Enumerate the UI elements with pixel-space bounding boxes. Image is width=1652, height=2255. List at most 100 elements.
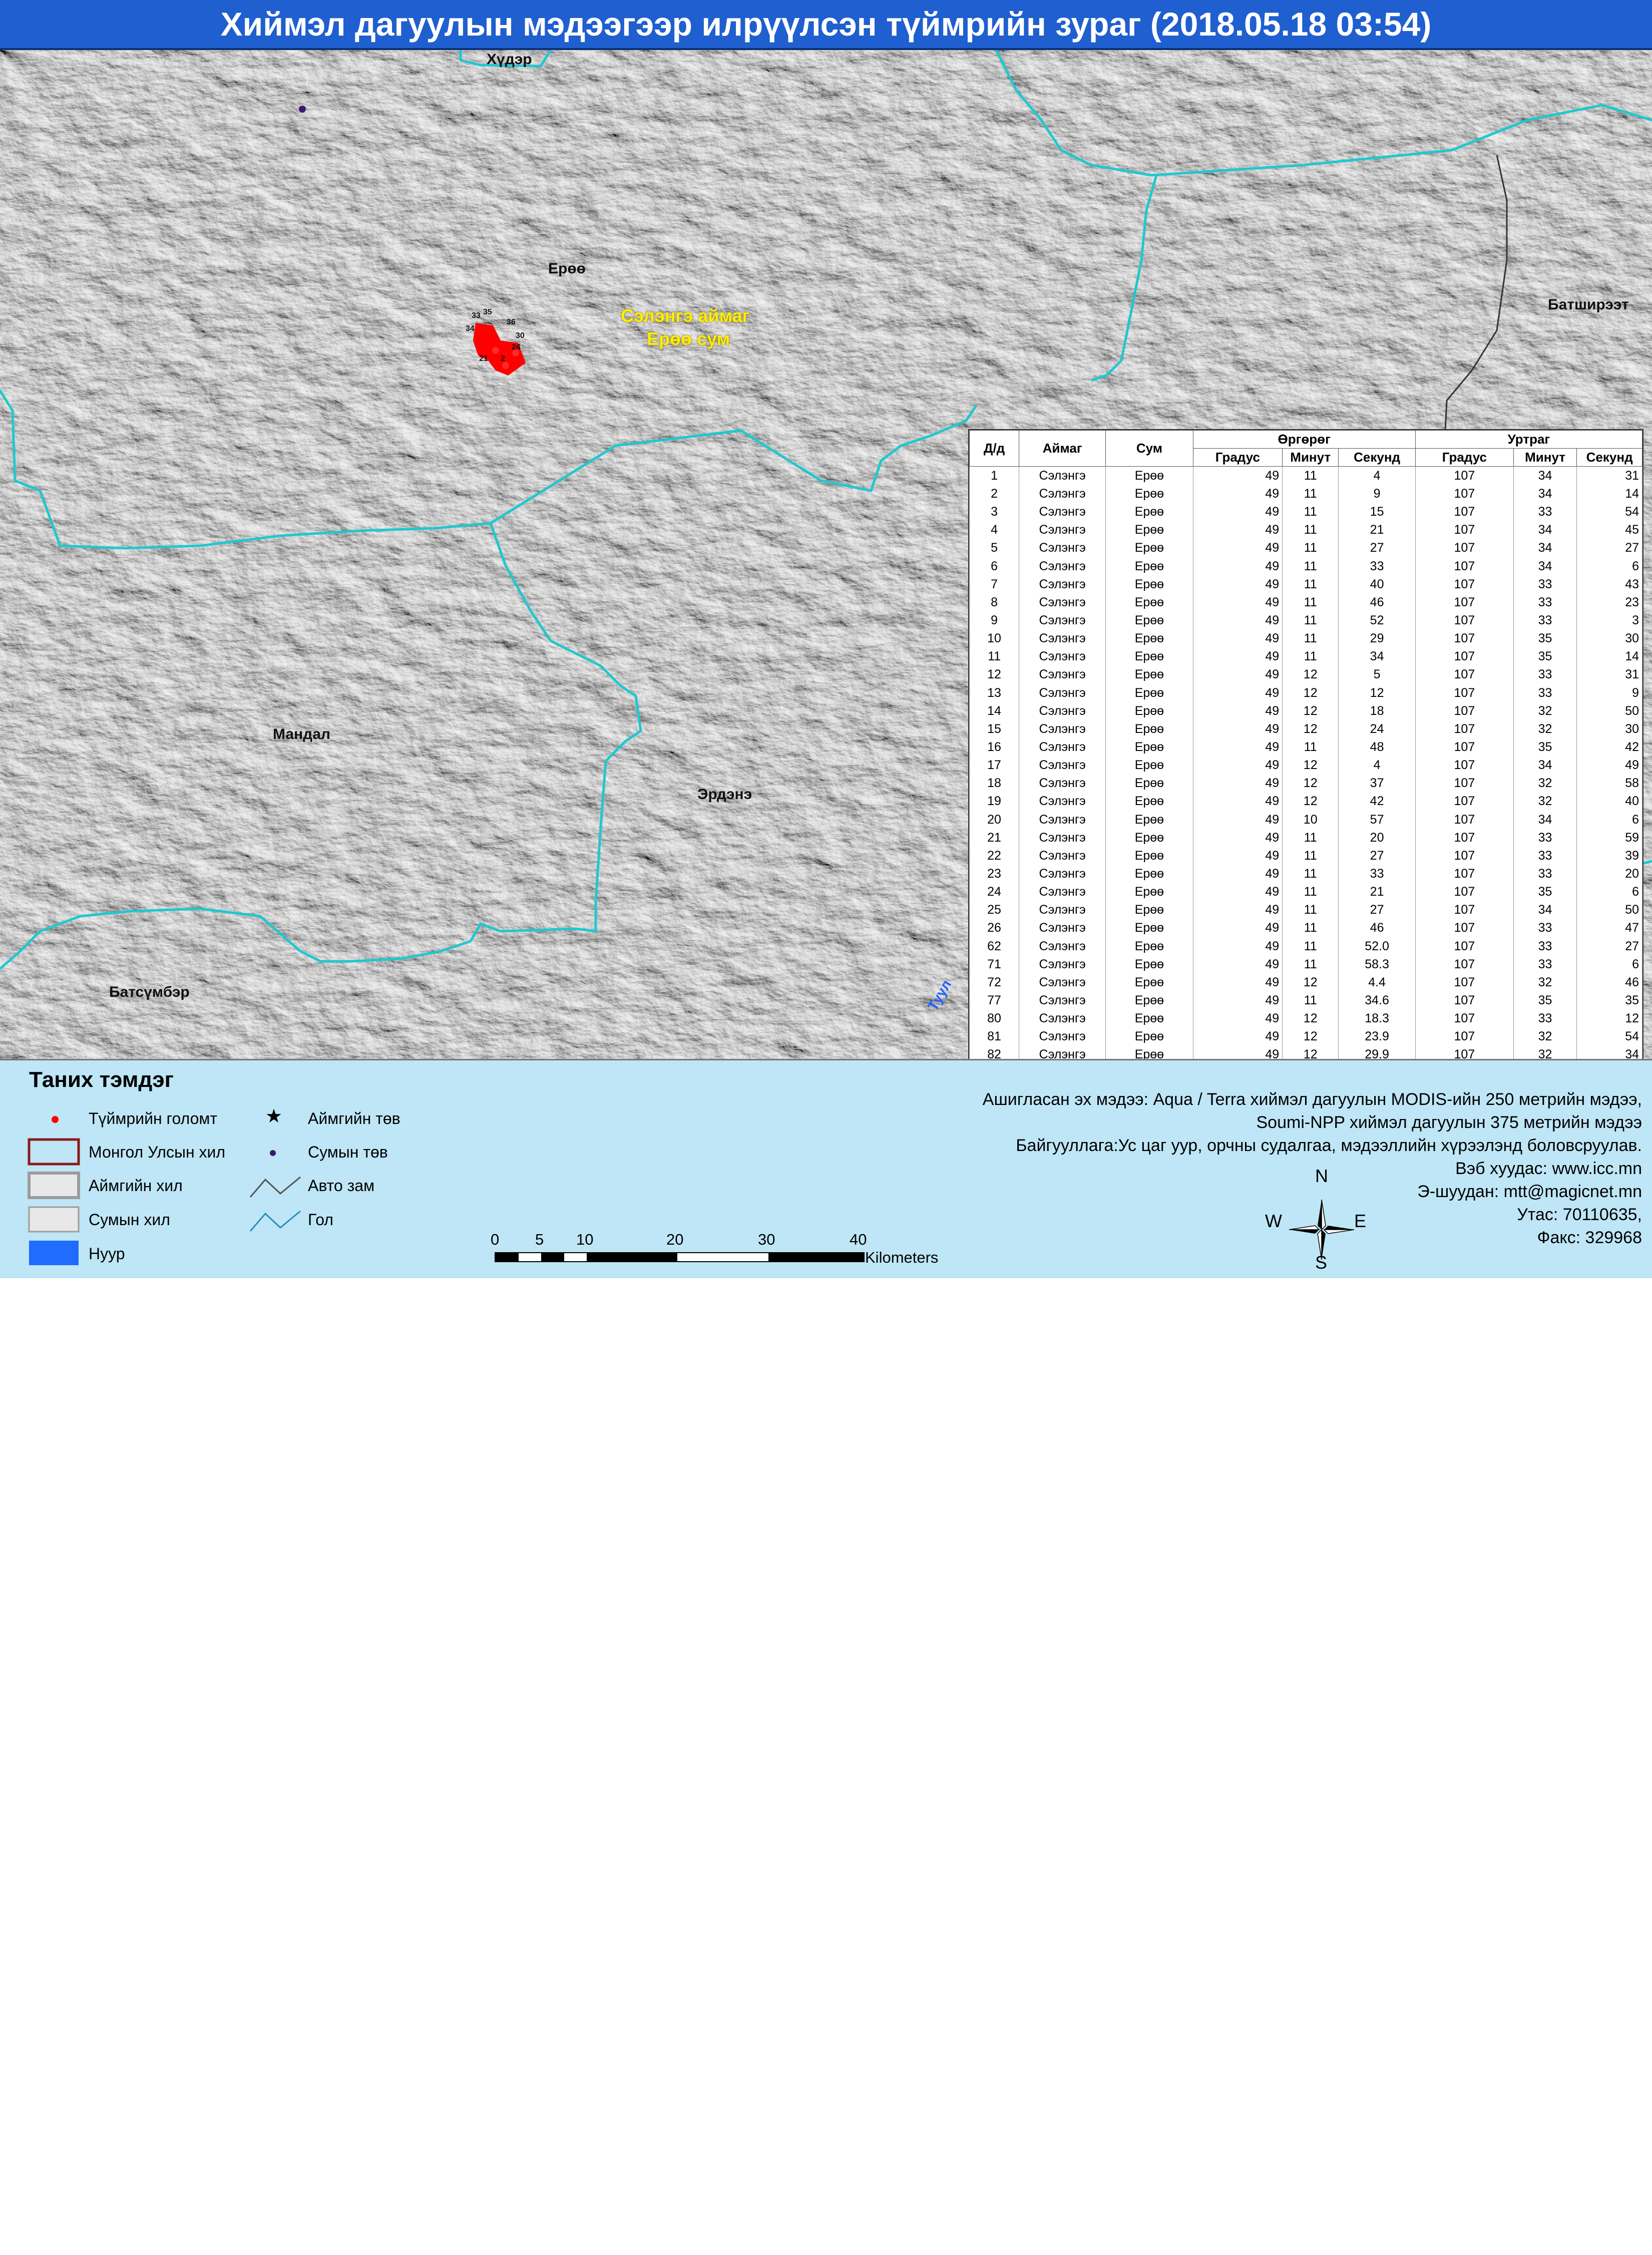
table-cell: 21 [1338, 883, 1416, 901]
table-cell: 107 [1415, 919, 1514, 937]
table-cell: 15 [969, 719, 1020, 738]
table-cell: 12 [1282, 665, 1339, 684]
table-cell: 42 [1338, 792, 1416, 811]
table-cell: 49 [1192, 738, 1283, 757]
table-cell: 21 [969, 828, 1020, 847]
table-cell: 107 [1415, 575, 1514, 593]
table-cell: 50 [1576, 901, 1642, 919]
table-cell: 33 [1513, 865, 1577, 883]
table-cell: 72 [969, 973, 1020, 992]
table-cell: 17 [969, 756, 1020, 775]
table-cell: 12 [1282, 719, 1339, 738]
legend-aimag-border-label: Аймгийн хил [89, 1177, 183, 1195]
table-cell: 6 [1576, 810, 1642, 829]
table-cell: Ерөө [1105, 521, 1193, 539]
fire-symbol [52, 1116, 59, 1123]
fire-number: 30 [516, 331, 525, 340]
table-cell: 33 [1513, 683, 1577, 702]
table-cell: 21 [1338, 521, 1416, 539]
table-cell: 52 [1338, 611, 1416, 630]
table-cell: Сэлэнгэ [1019, 485, 1106, 503]
table-cell: 16 [969, 738, 1020, 757]
table-cell: 107 [1415, 991, 1514, 1010]
fire-number: 35 [483, 308, 492, 316]
table-cell: 107 [1415, 503, 1514, 521]
table-cell: 34 [1513, 485, 1577, 503]
legend-fire-label: Түймрийн голомт [89, 1109, 218, 1128]
table-cell: 32 [1513, 1045, 1577, 1059]
table-cell: Сэлэнгэ [1019, 883, 1106, 901]
table-cell: Сэлэнгэ [1019, 810, 1106, 829]
legend-national-border-label: Монгол Улсын хил [89, 1143, 226, 1161]
table-row: 10 Сэлэнгэ Ерөө 49 11 29 107 35 30 [969, 629, 1642, 648]
table-cell: 33 [1513, 575, 1577, 593]
table-cell: Ерөө [1105, 955, 1193, 973]
table-cell: 19 [969, 792, 1020, 811]
road-symbol [249, 1176, 301, 1198]
table-row: 62 Сэлэнгэ Ерөө 49 11 52.0 107 33 27 [969, 937, 1642, 955]
table-cell: 107 [1415, 756, 1514, 775]
table-cell: 49 [1192, 539, 1283, 557]
fire-number: 21 [479, 354, 488, 363]
legend-panel: Таних тэмдэг Түймрийн голомт Монгол Улсы… [0, 1059, 1652, 1278]
table-cell: 12 [1282, 973, 1339, 992]
table-cell: 82 [969, 1045, 1020, 1059]
table-cell: Ерөө [1105, 557, 1193, 575]
table-cell: 49 [1192, 973, 1283, 992]
map-panel[interactable]: 33 35 36 34 30 24 21 2 Хүдэр Ерөө Батшир… [0, 50, 1652, 1059]
table-cell: 32 [1513, 719, 1577, 738]
table-cell: Ерөө [1105, 738, 1193, 757]
table-row: 19 Сэлэнгэ Ерөө 49 12 42 107 32 40 [969, 792, 1642, 811]
table-cell: 49 [1192, 719, 1283, 738]
table-cell: 107 [1415, 593, 1514, 612]
table-cell: 9 [1338, 485, 1416, 503]
table-cell: 107 [1415, 955, 1514, 973]
table-cell: 35 [1576, 991, 1642, 1010]
table-cell: 4 [969, 521, 1020, 539]
table-cell: Ерөө [1105, 593, 1193, 612]
table-cell: 11 [1282, 846, 1339, 865]
table-cell: 49 [1192, 883, 1283, 901]
table-row: 11 Сэлэнгэ Ерөө 49 11 34 107 35 14 [969, 647, 1642, 666]
table-cell: 107 [1415, 774, 1514, 793]
table-cell: 20 [1338, 828, 1416, 847]
table-cell: 35 [1513, 629, 1577, 648]
national-border-symbol [28, 1138, 80, 1166]
table-cell: 49 [1192, 1045, 1283, 1059]
table-cell: 33 [1338, 557, 1416, 575]
table-cell: 54 [1576, 1027, 1642, 1046]
table-cell: 59 [1576, 828, 1642, 847]
scale-tick: 10 [576, 1231, 594, 1248]
lake-symbol [29, 1241, 79, 1265]
table-cell: 58 [1576, 774, 1642, 793]
col-no-header: Д/д [969, 430, 1020, 467]
table-cell: 47 [1576, 919, 1642, 937]
col-aimag-header: Аймаг [1019, 430, 1106, 467]
table-row: 7 Сэлэнгэ Ерөө 49 11 40 107 33 43 [969, 575, 1642, 593]
table-cell: 58.3 [1338, 955, 1416, 973]
table-cell: 49 [1192, 828, 1283, 847]
table-cell: 2 [969, 485, 1020, 503]
table-cell: 34 [1513, 539, 1577, 557]
table-cell: 34 [1338, 647, 1416, 666]
legend-sum-border-label: Сумын хил [89, 1211, 170, 1229]
table-cell: 31 [1576, 665, 1642, 684]
legend-lake-label: Нуур [89, 1245, 125, 1263]
table-cell: Ерөө [1105, 901, 1193, 919]
table-cell: Сэлэнгэ [1019, 738, 1106, 757]
table-cell: Ерөө [1105, 701, 1193, 720]
table-cell: Сэлэнгэ [1019, 683, 1106, 702]
table-cell: 14 [1576, 647, 1642, 666]
table-cell: 37 [1338, 774, 1416, 793]
table-cell: 9 [1576, 683, 1642, 702]
table-cell: 11 [969, 647, 1020, 666]
table-cell: 33 [1513, 503, 1577, 521]
table-cell: Ерөө [1105, 647, 1193, 666]
table-cell: 11 [1282, 647, 1339, 666]
table-cell: Ерөө [1105, 973, 1193, 992]
table-cell: 35 [1513, 883, 1577, 901]
table-cell: 27 [1338, 901, 1416, 919]
table-cell: 46 [1576, 973, 1642, 992]
table-cell: 32 [1513, 774, 1577, 793]
credits-block: Ашигласан эх мэдээ: Aqua / Terra хиймэл … [791, 1088, 1642, 1249]
